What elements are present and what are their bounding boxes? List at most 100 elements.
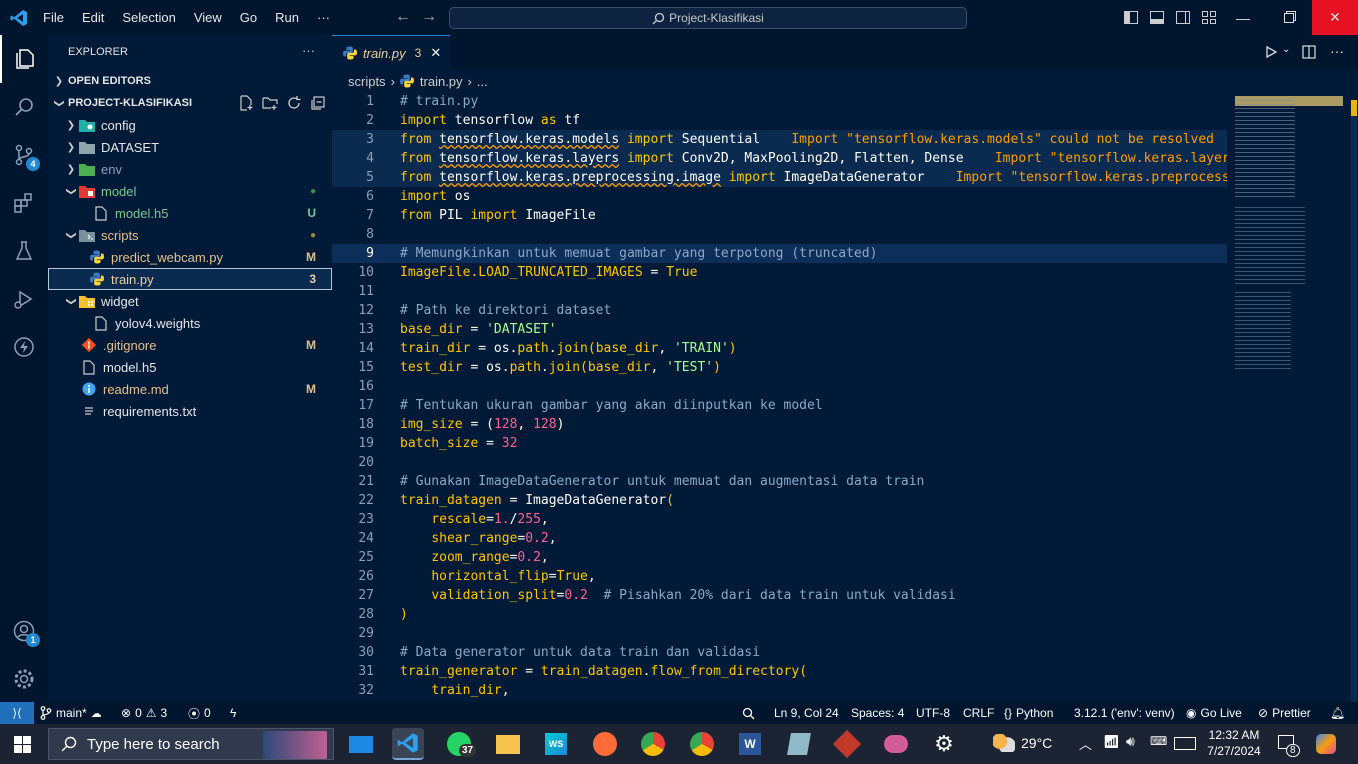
search-activity-icon[interactable] [0, 83, 48, 131]
source-control-icon[interactable]: 4 [0, 131, 48, 179]
tree-item-gitignore[interactable]: .gitignore M [48, 334, 332, 356]
menu-go[interactable]: Go [240, 10, 257, 25]
tray-chevron-up-icon[interactable]: ︿ [1079, 734, 1092, 753]
explorer-icon[interactable] [0, 35, 48, 83]
code-line: 13 base_dir = 'DATASET' [358, 322, 557, 337]
customize-layout-icon[interactable] [1202, 11, 1216, 24]
python-interpreter[interactable]: 3.12.1 ('env': venv) [1074, 702, 1175, 724]
settings-taskbar-icon[interactable]: ⚙ [928, 728, 960, 760]
touch-keyboard-icon[interactable] [1174, 737, 1196, 750]
weather-widget[interactable]: 29°C [993, 734, 1052, 752]
new-file-icon[interactable] [238, 95, 254, 116]
thunder-lightning-icon[interactable] [0, 323, 48, 371]
wifi-icon[interactable]: 📶︎ [1103, 734, 1120, 750]
tree-item-model-folder[interactable]: ❯ model ● [48, 180, 332, 202]
open-editors-section[interactable]: ❯ OPEN EDITORS [48, 70, 332, 92]
indentation-status[interactable]: Spaces: 4 [851, 702, 904, 724]
forward-arrow-icon[interactable]: → [421, 8, 437, 26]
back-arrow-icon[interactable]: ← [395, 8, 411, 26]
tab-close-icon[interactable]: ✕ [430, 45, 441, 61]
cursor-position[interactable]: Ln 9, Col 24 [774, 702, 839, 724]
remote-button[interactable]: ⟩⟨ [0, 702, 34, 724]
git-tool-icon[interactable] [831, 728, 863, 760]
language-mode[interactable]: {} Python [1004, 702, 1053, 724]
tree-item-readme[interactable]: readme.md M [48, 378, 332, 400]
word-icon[interactable]: W [734, 728, 766, 760]
layout-panel-icon[interactable] [1150, 11, 1164, 24]
chrome-icon[interactable] [637, 728, 669, 760]
tree-item-scripts[interactable]: ❯ scripts ● [48, 224, 332, 246]
minimap[interactable] [1227, 92, 1358, 708]
menu-selection[interactable]: Selection [122, 10, 175, 25]
clock[interactable]: 12:32 AM 7/27/2024 [1204, 727, 1264, 759]
breadcrumb-file[interactable]: train.py [420, 74, 463, 89]
new-folder-icon[interactable] [262, 95, 278, 116]
postman-icon[interactable] [589, 728, 621, 760]
ports-status[interactable]: ⦿ 0 [188, 702, 211, 724]
mail-app-icon[interactable] [345, 728, 377, 760]
editor-more-actions[interactable]: ··· [1330, 43, 1344, 59]
run-python-file-icon[interactable] [1264, 45, 1278, 64]
file-explorer-icon[interactable] [492, 728, 524, 760]
lightning-status[interactable]: ϟ [230, 702, 236, 724]
run-debug-icon[interactable] [0, 275, 48, 323]
restore-button[interactable] [1266, 0, 1312, 35]
extensions-icon[interactable] [0, 179, 48, 227]
breadcrumb-symbols[interactable]: ... [477, 74, 488, 89]
tab-train-py[interactable]: train.py 3 ✕ [332, 35, 450, 70]
menu-file[interactable]: File [43, 10, 64, 25]
menu-view[interactable]: View [194, 10, 222, 25]
prettier-status[interactable]: ⊘ Prettier [1258, 702, 1311, 724]
tree-item-env[interactable]: ❯ env [48, 158, 332, 180]
layout-secondary-icon[interactable] [1176, 11, 1190, 24]
close-window-button[interactable]: ✕ [1312, 0, 1358, 35]
code-editor[interactable]: 1 # train.py 2 import tensorflow as tf 3 fr… [332, 92, 1227, 702]
problems-status[interactable]: ⊗ 0 ⚠ 3 [121, 702, 167, 724]
chrome-profile-icon[interactable] [686, 728, 718, 760]
whatsapp-icon[interactable]: 37 [443, 728, 477, 760]
breadcrumb-separator: › [390, 73, 395, 89]
menu-more[interactable]: ··· [317, 10, 330, 25]
eol-status[interactable]: CRLF [963, 702, 994, 724]
tree-item-model-h5-root[interactable]: model.h5 [48, 356, 332, 378]
testing-flask-icon[interactable] [0, 227, 48, 275]
menu-edit[interactable]: Edit [82, 10, 104, 25]
breadcrumb-folder[interactable]: scripts [348, 74, 386, 89]
zoom-icon[interactable] [742, 702, 755, 724]
accounts-icon[interactable]: 1 [0, 607, 48, 655]
tree-item-requirements[interactable]: requirements.txt [48, 400, 332, 422]
taskbar-search-box[interactable]: Type here to search [48, 728, 334, 760]
copilot-icon[interactable] [1316, 734, 1336, 754]
collapse-all-icon[interactable] [310, 95, 326, 116]
minimize-button[interactable]: — [1220, 0, 1266, 35]
volume-icon[interactable]: 🔊︎ [1126, 733, 1135, 750]
tree-item-predict-webcam[interactable]: predict_webcam.py M [48, 246, 332, 268]
notifications-bell-icon[interactable]: 🔔︎ [1330, 702, 1345, 724]
command-center-search[interactable]: Project-Klasifikasi [449, 7, 967, 29]
tree-item-config[interactable]: ❯ config [48, 114, 332, 136]
git-branch-status[interactable]: main* ☁ [40, 702, 102, 724]
settings-gear-icon[interactable] [0, 655, 48, 703]
tree-item-yolov4-weights[interactable]: yolov4.weights [48, 312, 332, 334]
tree-item-dataset[interactable]: ❯ DATASET [48, 136, 332, 158]
code-line: 26 horizontal_flip=True, [358, 569, 596, 584]
sync-icon[interactable]: ☁ [91, 707, 102, 720]
split-editor-icon[interactable] [1302, 45, 1316, 64]
tree-item-train-py-selected[interactable]: train.py 3 [48, 268, 332, 290]
windows-start-icon[interactable] [14, 736, 32, 753]
tree-item-model-h5-untracked[interactable]: model.h5 U [48, 202, 332, 224]
encoding-status[interactable]: UTF-8 [916, 702, 950, 724]
refresh-icon[interactable] [286, 95, 302, 116]
notepad-icon[interactable] [783, 728, 815, 760]
taskbar-search-placeholder: Type here to search [87, 735, 220, 753]
go-live-button[interactable]: ◉ Go Live [1186, 702, 1242, 724]
tree-item-widget[interactable]: ❯ widget [48, 290, 332, 312]
vscode-taskbar-icon[interactable] [392, 728, 424, 760]
run-options-chevron-icon[interactable]: ⌄ [1282, 44, 1290, 55]
keyboard-layout-icon[interactable]: ⌨ [1150, 734, 1167, 748]
webstorm-icon[interactable]: WS [540, 728, 572, 760]
explorer-more-button[interactable]: ··· [302, 43, 315, 58]
menu-run[interactable]: Run [275, 10, 299, 25]
snipping-tool-icon[interactable] [880, 728, 912, 760]
layout-sidebar-icon[interactable] [1124, 11, 1138, 24]
